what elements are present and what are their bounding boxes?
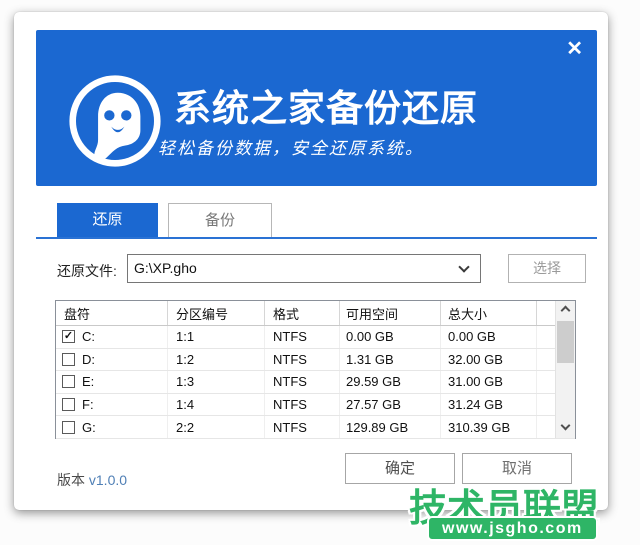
table-cell: 1.31 GB [340, 348, 441, 371]
drive-cell: F: [56, 393, 168, 416]
choose-file-button[interactable]: 选择 [508, 254, 586, 283]
table-cell: 129.89 GB [340, 416, 441, 438]
table-row[interactable]: D: 1:2 NTFS 1.31 GB 32.00 GB [56, 348, 575, 372]
table-body: ✓ C: 1:1 NTFS 0.00 GB 0.00 GB D: 1:2 NTFS 1.31 GB… [56, 326, 575, 439]
drive-letter: G: [82, 419, 96, 435]
drive-cell: G: [56, 416, 168, 438]
drive-letter: C: [82, 329, 95, 345]
drive-letter: D: [82, 351, 95, 367]
table-row[interactable]: E: 1:3 NTFS 29.59 GB 31.00 GB [56, 371, 575, 394]
restore-file-combobox[interactable]: G:\XP.gho [127, 254, 481, 283]
drive-letter: F: [82, 397, 94, 413]
table-cell: 0.00 GB [441, 326, 537, 348]
row-checkbox[interactable] [62, 375, 75, 389]
chevron-down-icon[interactable] [458, 261, 470, 273]
column-header[interactable]: 总大小 [441, 301, 537, 325]
table-cell: NTFS [265, 326, 340, 348]
table-cell: 0.00 GB [340, 326, 441, 348]
version-text: 版本 v1.0.0 [57, 472, 128, 488]
table-cell: 1:4 [168, 393, 265, 416]
restore-file-value: G:\XP.gho [134, 260, 197, 276]
table-cell: 1:2 [168, 348, 265, 371]
table-cell: NTFS [265, 348, 340, 371]
row-checkbox[interactable] [62, 420, 75, 434]
header-banner: ✕ 系统之家备份还原 轻松备份数据，安全还原系统。 [36, 30, 597, 186]
close-icon[interactable]: ✕ [566, 38, 583, 60]
table-cell: 310.39 GB [441, 416, 537, 438]
drive-cell: ✓ C: [56, 326, 168, 348]
tab-underline [36, 237, 597, 239]
table-cell: 32.00 GB [441, 348, 537, 371]
row-checkbox[interactable] [62, 398, 75, 412]
table-cell: 29.59 GB [340, 371, 441, 393]
scrollbar-thumb[interactable] [557, 321, 574, 363]
table-row[interactable]: ✓ C: 1:1 NTFS 0.00 GB 0.00 GB [56, 326, 575, 349]
row-checkbox[interactable]: ✓ [62, 330, 75, 344]
table-cell: 27.57 GB [340, 393, 441, 416]
watermark-url: www.jsgho.com [427, 516, 598, 541]
table-cell: NTFS [265, 393, 340, 416]
tab-restore[interactable]: 还原 [57, 203, 158, 237]
table-cell: 31.00 GB [441, 371, 537, 393]
app-subtitle: 轻松备份数据，安全还原系统。 [158, 139, 424, 158]
table-scrollbar[interactable] [555, 301, 575, 438]
table-row[interactable]: G: 2:2 NTFS 129.89 GB 310.39 GB [56, 416, 575, 439]
drive-cell: E: [56, 371, 168, 393]
app-window: ✕ 系统之家备份还原 轻松备份数据，安全还原系统。 还原 备份 还原文件: G:… [14, 12, 608, 510]
table-header-row: 盘符 分区编号 格式 可用空间 总大小 [56, 301, 575, 326]
table-cell: 1:1 [168, 326, 265, 348]
table-cell: 2:2 [168, 416, 265, 438]
table-row[interactable]: F: 1:4 NTFS 27.57 GB 31.24 GB [56, 393, 575, 417]
table-cell: 1:3 [168, 371, 265, 393]
app-title: 系统之家备份还原 [174, 88, 478, 129]
column-header[interactable]: 格式 [265, 301, 340, 325]
table-cell: NTFS [265, 416, 340, 438]
drive-cell: D: [56, 348, 168, 371]
table-cell: 31.24 GB [441, 393, 537, 416]
row-checkbox[interactable] [62, 352, 75, 366]
ghost-logo-icon [69, 75, 161, 167]
partition-table: 盘符 分区编号 格式 可用空间 总大小 ✓ C: 1:1 NTFS 0.00 GB 0.00 GB… [55, 300, 576, 439]
tab-backup[interactable]: 备份 [168, 203, 272, 237]
column-header[interactable]: 盘符 [56, 301, 168, 325]
column-header[interactable]: 可用空间 [340, 301, 441, 325]
column-header[interactable]: 分区编号 [168, 301, 265, 325]
drive-letter: E: [82, 374, 95, 390]
scroll-down-icon[interactable] [556, 420, 575, 438]
restore-file-label: 还原文件: [57, 263, 117, 279]
scroll-up-icon[interactable] [556, 301, 575, 319]
table-cell: NTFS [265, 371, 340, 393]
